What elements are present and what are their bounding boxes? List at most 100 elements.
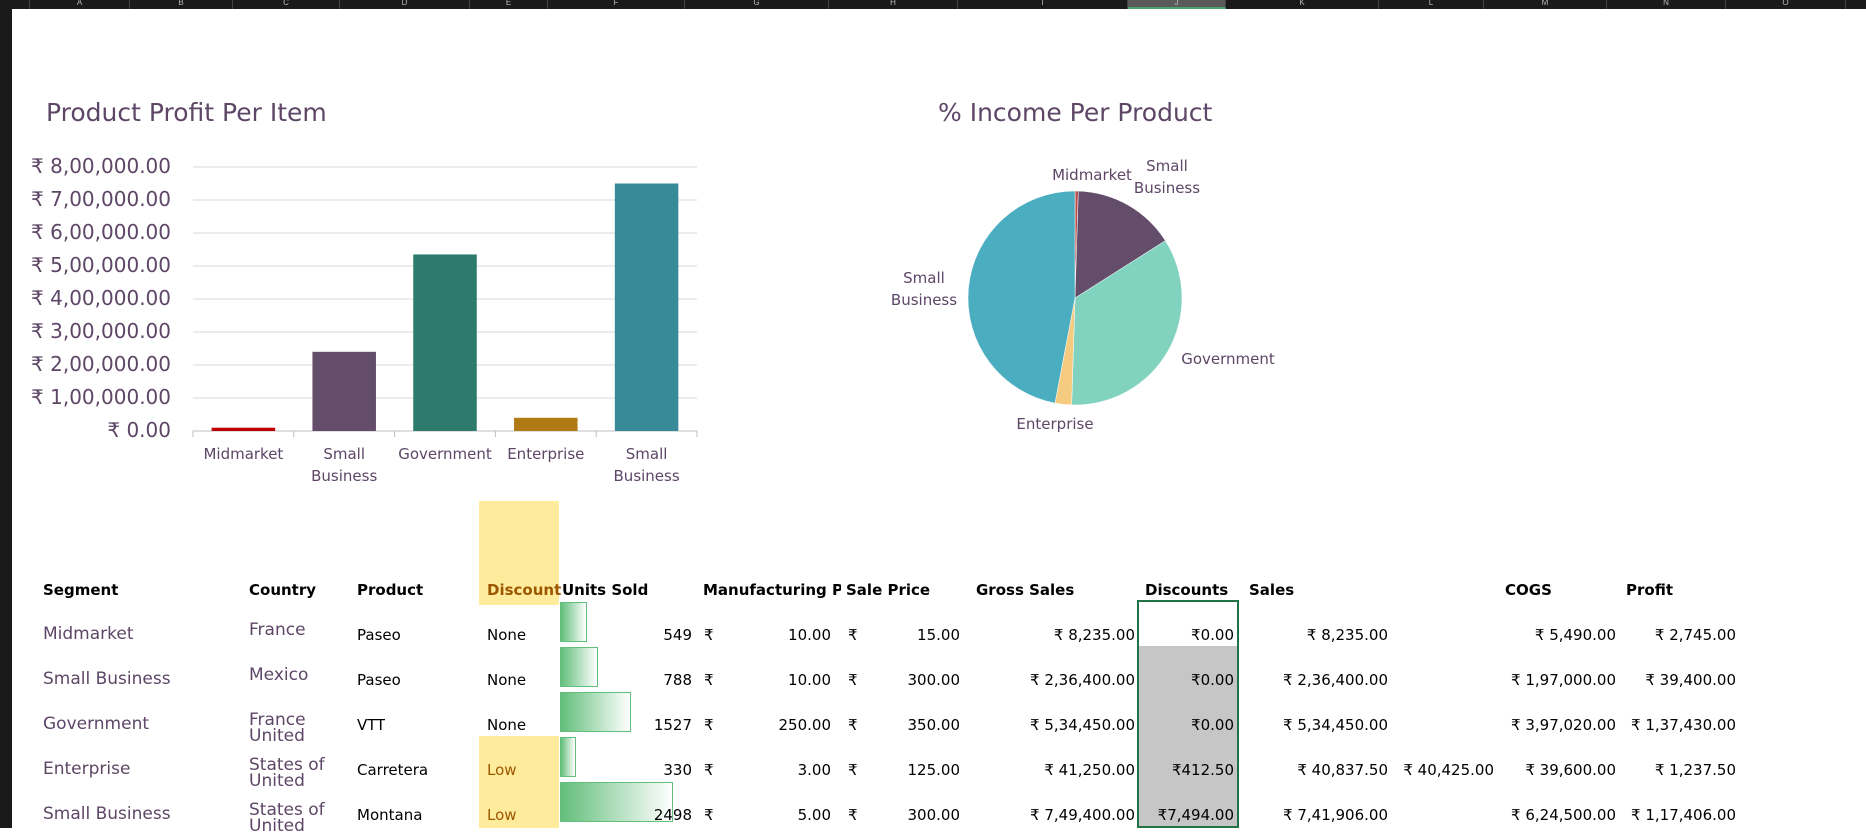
cell-country-overflow[interactable]: United: [249, 818, 305, 834]
x-tick-label: Small Business: [613, 445, 680, 485]
cell-sale-price[interactable]: 125.00: [862, 761, 961, 779]
cell-sales[interactable]: ₹ 40,837.50: [1245, 761, 1388, 779]
y-tick-label: ₹ 2,00,000.00: [31, 352, 171, 376]
header-discount[interactable]: Discount: [487, 581, 561, 599]
cell-currency[interactable]: ₹: [848, 671, 858, 689]
cell-profit[interactable]: ₹ 39,400.00: [1620, 671, 1736, 689]
cell-cogs[interactable]: ₹ 3,97,020.00: [1497, 716, 1616, 734]
cell-profit[interactable]: ₹ 1,237.50: [1620, 761, 1736, 779]
cell-product[interactable]: Carretera: [357, 761, 428, 779]
cell-discounts[interactable]: ₹0.00: [1140, 626, 1234, 644]
cell-sale-price[interactable]: 350.00: [862, 716, 961, 734]
cell-country-overflow[interactable]: United: [249, 728, 305, 744]
cell-manufacturing-price[interactable]: 10.00: [720, 671, 831, 689]
cell-cogs[interactable]: ₹ 6,24,500.00: [1497, 806, 1616, 824]
header-sale-price[interactable]: Sale Price: [846, 581, 930, 599]
cell-cogs[interactable]: ₹ 5,490.00: [1497, 626, 1616, 644]
cell-discounts[interactable]: ₹0.00: [1140, 716, 1234, 734]
cell-units-sold[interactable]: 2498: [560, 806, 692, 824]
cell-discounts[interactable]: ₹7,494.00: [1140, 806, 1234, 824]
cell-gross-sales[interactable]: ₹ 8,235.00: [970, 626, 1135, 644]
charts-canvas[interactable]: [0, 0, 1866, 828]
cell-sales[interactable]: ₹ 2,36,400.00: [1245, 671, 1388, 689]
cell-currency[interactable]: ₹: [848, 806, 858, 824]
cell-product[interactable]: Paseo: [357, 671, 401, 689]
cell-discount[interactable]: None: [487, 671, 526, 689]
cell-currency[interactable]: ₹: [704, 671, 714, 689]
cell-discounts[interactable]: ₹0.00: [1140, 671, 1234, 689]
cell-profit[interactable]: ₹ 1,37,430.00: [1620, 716, 1736, 734]
cell-sales[interactable]: ₹ 7,41,906.00: [1245, 806, 1388, 824]
cell-sale-price[interactable]: 15.00: [862, 626, 960, 644]
cell-discounts[interactable]: ₹412.50: [1140, 761, 1234, 779]
cell-units-sold[interactable]: 330: [560, 761, 692, 779]
cell-discount[interactable]: Low: [487, 761, 517, 779]
x-tick-label: Enterprise: [507, 445, 585, 463]
cell-units-sold[interactable]: 1527: [560, 716, 692, 734]
cell-segment[interactable]: Midmarket: [43, 624, 134, 644]
header-product[interactable]: Product: [357, 581, 423, 599]
header-manufacturing-price[interactable]: Manufacturing Pri: [703, 581, 841, 599]
y-tick-label: ₹ 5,00,000.00: [31, 253, 171, 277]
cell-manufacturing-price[interactable]: 10.00: [720, 626, 831, 644]
cell-gross-sales[interactable]: ₹ 41,250.00: [970, 761, 1135, 779]
cell-country[interactable]: States of: [249, 757, 325, 773]
cell-country[interactable]: States of: [249, 802, 325, 818]
cell-segment[interactable]: Government: [43, 714, 149, 734]
cell-units-sold[interactable]: 549: [560, 626, 692, 644]
header-segment[interactable]: Segment: [43, 581, 118, 599]
cell-gross-sales[interactable]: ₹ 5,34,450.00: [970, 716, 1135, 734]
cell-discount[interactable]: None: [487, 716, 526, 734]
cell-sales[interactable]: ₹ 8,235.00: [1245, 626, 1388, 644]
cell-manufacturing-price[interactable]: 3.00: [720, 761, 831, 779]
cell-extra-value[interactable]: ₹ 40,425.00: [1390, 761, 1494, 779]
cell-currency[interactable]: ₹: [704, 806, 714, 824]
cell-manufacturing-price[interactable]: 5.00: [720, 806, 831, 824]
cell-product[interactable]: Paseo: [357, 626, 401, 644]
cell-profit[interactable]: ₹ 2,745.00: [1620, 626, 1736, 644]
cell-segment[interactable]: Small Business: [43, 804, 171, 824]
cell-sales[interactable]: ₹ 5,34,450.00: [1245, 716, 1388, 734]
bar: [413, 254, 477, 431]
header-units-sold[interactable]: Units Sold: [562, 581, 648, 599]
cell-profit[interactable]: ₹ 1,17,406.00: [1620, 806, 1736, 824]
header-cogs[interactable]: COGS: [1505, 581, 1552, 599]
bar: [514, 417, 578, 431]
cell-units-sold[interactable]: 788: [560, 671, 692, 689]
y-tick-label: ₹ 6,00,000.00: [31, 220, 171, 244]
cell-cogs[interactable]: ₹ 1,97,000.00: [1497, 671, 1616, 689]
cell-segment[interactable]: Enterprise: [43, 759, 130, 779]
y-tick-label: ₹ 1,00,000.00: [31, 385, 171, 409]
cell-sale-price[interactable]: 300.00: [862, 806, 961, 824]
cell-currency[interactable]: ₹: [848, 761, 858, 779]
cell-country-overflow[interactable]: United: [249, 773, 305, 789]
cell-discount[interactable]: None: [487, 626, 526, 644]
pie-chart-title: % Income Per Product: [938, 98, 1213, 127]
y-tick-label: ₹ 4,00,000.00: [31, 286, 171, 310]
header-discounts[interactable]: Discounts: [1145, 581, 1228, 599]
header-sales[interactable]: Sales: [1249, 581, 1294, 599]
cell-currency[interactable]: ₹: [848, 626, 858, 644]
cell-currency[interactable]: ₹: [704, 716, 714, 734]
cell-cogs[interactable]: ₹ 39,600.00: [1497, 761, 1616, 779]
cell-country[interactable]: France: [249, 712, 306, 728]
cell-currency[interactable]: ₹: [704, 761, 714, 779]
cell-currency[interactable]: ₹: [704, 626, 714, 644]
cell-product[interactable]: VTT: [357, 716, 385, 734]
cell-gross-sales[interactable]: ₹ 2,36,400.00: [970, 671, 1135, 689]
cell-discount[interactable]: Low: [487, 806, 517, 824]
cell-segment[interactable]: Small Business: [43, 669, 171, 689]
x-tick-label: Small Business: [311, 445, 378, 485]
header-country[interactable]: Country: [249, 581, 316, 599]
bar: [312, 351, 376, 431]
cell-manufacturing-price[interactable]: 250.00: [720, 716, 832, 734]
header-gross-sales[interactable]: Gross Sales: [976, 581, 1074, 599]
header-profit[interactable]: Profit: [1626, 581, 1673, 599]
cell-gross-sales[interactable]: ₹ 7,49,400.00: [970, 806, 1135, 824]
cell-sale-price[interactable]: 300.00: [862, 671, 961, 689]
cell-product[interactable]: Montana: [357, 806, 422, 824]
pie-slice: [967, 190, 1076, 404]
cell-country[interactable]: France: [249, 622, 306, 638]
cell-currency[interactable]: ₹: [848, 716, 858, 734]
cell-country[interactable]: Mexico: [249, 667, 308, 683]
